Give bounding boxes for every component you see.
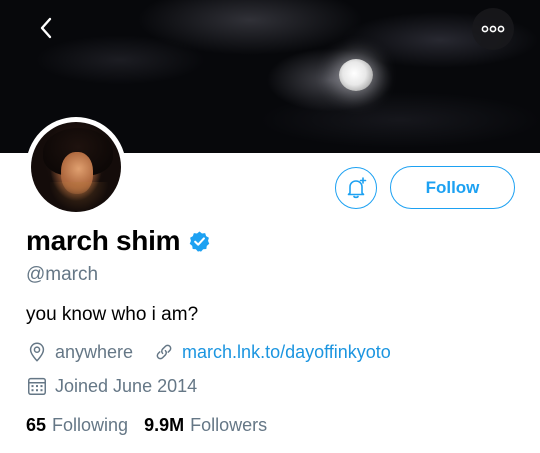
more-options-button[interactable] [472, 8, 514, 50]
website-link[interactable]: march.lnk.to/dayoffinkyoto [182, 342, 391, 363]
location-text: anywhere [55, 341, 134, 362]
notifications-button[interactable] [335, 167, 377, 209]
link-icon [153, 341, 175, 363]
banner-moon [339, 59, 373, 91]
chevron-left-icon [40, 17, 52, 39]
location: anywhere [26, 341, 133, 363]
following-label: Following [52, 415, 129, 435]
followers-label: Followers [190, 415, 268, 435]
bell-plus-icon [347, 177, 367, 199]
location-pin-icon [26, 341, 48, 363]
followers-count: 9.9M [144, 415, 185, 435]
follow-button[interactable]: Follow [390, 166, 515, 209]
profile-stats: 65 Following 9.9M Followers [26, 415, 267, 436]
avatar[interactable] [26, 117, 126, 217]
verified-badge-icon [188, 230, 211, 253]
display-name: march shim [26, 225, 181, 256]
more-horizontal-icon [481, 25, 505, 33]
joined-date: Joined June 2014 [26, 375, 197, 397]
joined-text: Joined June 2014 [55, 375, 198, 396]
website: march.lnk.to/dayoffinkyoto [153, 341, 391, 363]
back-button[interactable] [28, 10, 64, 46]
followers-stat[interactable]: 9.9M Followers [144, 415, 267, 436]
avatar-image [31, 122, 121, 212]
profile-handle: @march [26, 264, 99, 285]
profile-bio: you know who i am? [26, 304, 199, 325]
following-count: 65 [26, 415, 47, 435]
calendar-icon [26, 375, 48, 397]
profile-meta-row: anywhere march.lnk.to/dayoffinkyoto [26, 341, 391, 363]
profile-name-row: march shim [26, 225, 211, 257]
following-stat[interactable]: 65 Following [26, 415, 128, 436]
